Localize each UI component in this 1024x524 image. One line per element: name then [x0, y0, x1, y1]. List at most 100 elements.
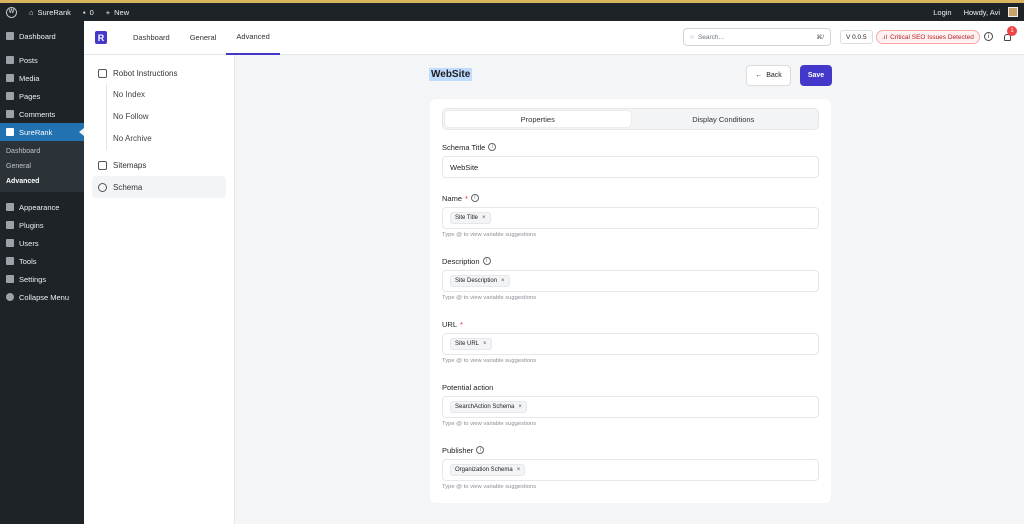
name-input[interactable]: Site Title × — [442, 207, 819, 229]
publisher-input[interactable]: Organization Schema × — [442, 459, 819, 481]
sitemap-icon — [98, 160, 107, 170]
search-placeholder: Search... — [697, 33, 724, 41]
tab-display-conditions[interactable]: Display Conditions — [631, 111, 817, 127]
potential-action-label: Potential action — [442, 382, 494, 392]
wordpress-icon: W — [6, 6, 17, 18]
field-label: Publisher i — [442, 445, 819, 455]
back-button[interactable]: ← Back — [746, 65, 791, 86]
sidebar-item-media[interactable]: Media — [0, 69, 84, 87]
help-icon[interactable]: i — [984, 32, 993, 41]
nav-no-archive[interactable]: No Archive — [113, 128, 234, 150]
nav-sitemaps[interactable]: Sitemaps — [84, 154, 234, 176]
pages-icon — [6, 92, 14, 100]
wp-logo-link[interactable]: W — [0, 3, 23, 21]
url-input[interactable]: Site URL × — [442, 333, 819, 355]
schema-tabs: Properties Display Conditions — [442, 108, 819, 130]
nav-label: Schema — [113, 182, 143, 192]
nav-no-index[interactable]: No Index — [113, 84, 234, 106]
submenu-advanced[interactable]: Advanced — [0, 174, 84, 189]
remove-chip-icon[interactable]: × — [483, 341, 487, 347]
required-marker: * — [460, 319, 463, 329]
login-link[interactable]: Login — [927, 3, 957, 21]
description-input[interactable]: Site Description × — [442, 270, 819, 292]
chip-label: Site Description — [455, 278, 498, 284]
plugins-icon — [6, 221, 14, 229]
sidebar-item-settings[interactable]: Settings — [0, 270, 84, 288]
sidebar-label: Comments — [19, 109, 56, 119]
field-label: Name * i — [442, 193, 819, 203]
howdy-label: Howdy, Avi — [963, 7, 1000, 17]
chart-icon: .ıl — [882, 33, 888, 41]
notification-count: 1 — [1007, 26, 1017, 36]
account-menu[interactable]: Howdy, Avi — [958, 3, 1024, 21]
variable-chip: Site URL × — [450, 338, 492, 350]
collapse-menu-button[interactable]: Collapse Menu — [0, 288, 84, 306]
new-link[interactable]: + New — [100, 3, 135, 21]
arrow-left-icon: ← — [755, 72, 763, 79]
comments-icon — [6, 110, 14, 118]
submenu-dashboard[interactable]: Dashboard — [0, 144, 84, 159]
field-hint: Type @ to view variable suggestions — [442, 358, 537, 364]
tab-dashboard[interactable]: Dashboard — [123, 21, 180, 55]
remove-chip-icon[interactable]: × — [518, 404, 522, 410]
sidebar-label: Plugins — [19, 220, 44, 230]
url-field: URL * Site URL × Type @ to view variable s… — [442, 319, 819, 364]
info-icon[interactable]: i — [476, 446, 485, 454]
sidebar-item-surerank[interactable]: SureRank — [0, 123, 84, 141]
sidebar-item-tools[interactable]: Tools — [0, 252, 84, 270]
sidebar-item-appearance[interactable]: Appearance — [0, 198, 84, 216]
submenu-general[interactable]: General — [0, 159, 84, 174]
plugin-header: R Dashboard General Advanced ○ Search...… — [84, 21, 1024, 55]
description-label: Description — [442, 256, 480, 266]
remove-chip-icon[interactable]: × — [517, 467, 521, 473]
publisher-label: Publisher — [442, 445, 474, 455]
tab-properties[interactable]: Properties — [445, 111, 631, 127]
variable-chip: Organization Schema × — [450, 464, 526, 476]
info-icon[interactable]: i — [482, 257, 491, 265]
description-field: Description i Site Description × Type @ to… — [442, 256, 819, 301]
avatar — [1008, 7, 1018, 17]
search-input[interactable]: ○ Search... ⌘/ — [683, 28, 831, 46]
comments-link[interactable]: ▪ 0 — [77, 3, 100, 21]
sidebar-item-plugins[interactable]: Plugins — [0, 216, 84, 234]
info-icon[interactable]: i — [488, 143, 497, 151]
variable-chip: Site Title × — [450, 212, 491, 224]
nav-label: Sitemaps — [113, 160, 147, 170]
remove-chip-icon[interactable]: × — [482, 215, 486, 221]
sidebar-item-comments[interactable]: Comments — [0, 105, 84, 123]
robot-submenu: No Index No Follow No Archive — [106, 84, 234, 150]
required-marker: * — [465, 193, 468, 203]
surerank-submenu: Dashboard General Advanced — [0, 141, 84, 192]
schema-title-input[interactable]: WebSite — [442, 156, 819, 178]
nav-no-follow[interactable]: No Follow — [113, 106, 234, 128]
field-hint: Type @ to view variable suggestions — [442, 295, 537, 301]
search-icon: ○ — [690, 33, 694, 41]
back-label: Back — [766, 72, 782, 79]
sidebar-item-dashboard[interactable]: Dashboard — [0, 27, 84, 45]
tab-general[interactable]: General — [180, 21, 227, 55]
surerank-logo[interactable]: R — [95, 31, 107, 44]
admin-sidebar: Dashboard Posts Media Pages Comments Sur… — [0, 21, 84, 524]
notifications-button[interactable]: 1 — [1004, 26, 1017, 42]
search-shortcut: ⌘/ — [816, 34, 824, 41]
remove-chip-icon[interactable]: × — [501, 278, 505, 284]
sidebar-item-users[interactable]: Users — [0, 234, 84, 252]
site-name-link[interactable]: ⌂ SureRank — [23, 3, 77, 21]
chip-label: Site URL — [455, 341, 480, 347]
critical-issues-badge[interactable]: .ıl Critical SEO Issues Detected — [876, 30, 980, 44]
nav-robot-instructions[interactable]: Robot Instructions — [84, 62, 234, 84]
nav-schema[interactable]: Schema — [92, 176, 226, 198]
media-icon — [6, 74, 14, 82]
tab-advanced[interactable]: Advanced — [226, 21, 280, 55]
sidebar-label: SureRank — [19, 127, 53, 137]
robot-icon — [98, 68, 107, 78]
page-title: WebSite — [429, 68, 473, 81]
sidebar-label: Appearance — [19, 202, 60, 212]
variable-chip: SearchAction Schema × — [450, 401, 527, 413]
info-icon[interactable]: i — [470, 194, 479, 202]
potential-action-input[interactable]: SearchAction Schema × — [442, 396, 819, 418]
save-button[interactable]: Save — [800, 65, 832, 86]
sidebar-item-pages[interactable]: Pages — [0, 87, 84, 105]
sidebar-item-posts[interactable]: Posts — [0, 51, 84, 69]
schema-card: Properties Display Conditions Schema Tit… — [430, 99, 831, 503]
